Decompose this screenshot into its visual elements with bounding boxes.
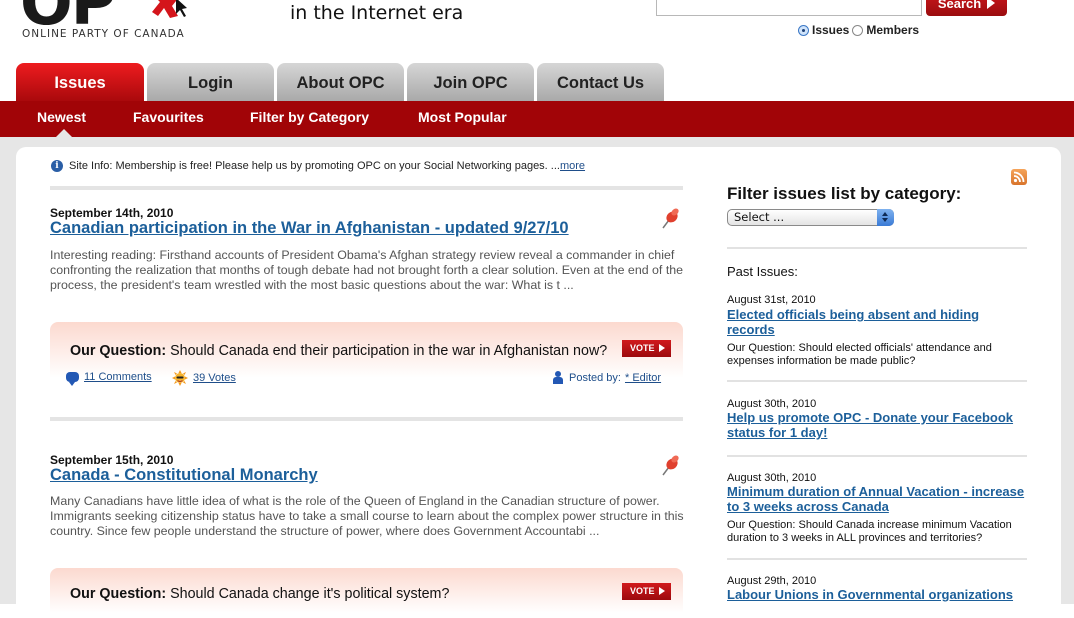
pushpin-icon[interactable]	[659, 206, 681, 230]
past-issue-date: August 30th, 2010	[727, 472, 817, 484]
radio-issues-label[interactable]: Issues	[812, 23, 849, 37]
past-issue-link[interactable]: Minimum duration of Annual Vacation - in…	[727, 484, 1027, 514]
category-select[interactable]: Select ...	[727, 209, 894, 226]
past-issue-date: August 31st, 2010	[727, 294, 816, 306]
issue-title-link[interactable]: Canada - Constitutional Monarchy	[50, 466, 318, 485]
search-input[interactable]	[656, 0, 922, 16]
subnav-filter-by-category[interactable]: Filter by Category	[250, 101, 369, 137]
user-icon	[553, 371, 563, 384]
question: Our Question: Should Canada end their pa…	[70, 343, 607, 359]
arrow-right-icon	[659, 344, 665, 352]
comments-meta: 11 Comments	[66, 371, 152, 386]
tab-login[interactable]: Login	[147, 63, 274, 101]
radio-members[interactable]	[852, 24, 864, 36]
active-subnav-indicator	[56, 129, 72, 137]
question-label: Our Question:	[70, 586, 167, 602]
site-logo[interactable]: OP ONLINE PARTY OF CANADA	[20, 0, 210, 44]
arrow-right-icon	[659, 587, 665, 595]
search-scope: Issues Members	[798, 23, 919, 37]
vote-button-label: VOTE	[630, 586, 655, 596]
issue-date: September 15th, 2010	[50, 453, 174, 467]
site-info-more-link[interactable]: more	[560, 160, 585, 172]
sub-navigation: Newest Favourites Filter by Category Mos…	[0, 101, 1074, 137]
pushpin-icon[interactable]	[659, 453, 681, 477]
posted-by-link[interactable]: * Editor	[625, 372, 661, 384]
tab-contact-us[interactable]: Contact Us	[537, 63, 664, 101]
posted-by-label: Posted by:	[569, 371, 621, 384]
divider	[727, 247, 1027, 249]
search-button-label: Search	[937, 0, 982, 11]
site-header: OP ONLINE PARTY OF CANADA in the Interne…	[0, 0, 1074, 62]
sun-sunglasses-icon	[172, 370, 188, 386]
votes-link[interactable]: 39 Votes	[193, 372, 236, 384]
logo-subtitle: ONLINE PARTY OF CANADA	[22, 28, 185, 40]
question: Our Question: Should Canada change it's …	[70, 586, 449, 602]
logo-cursor-icon	[152, 0, 187, 18]
past-issue-date: August 30th, 2010	[727, 398, 817, 410]
vote-button[interactable]: VOTE	[622, 583, 671, 600]
divider	[50, 417, 683, 421]
site-info-text: Site Info: Membership is free! Please he…	[69, 160, 560, 172]
tab-issues[interactable]: Issues	[16, 63, 144, 101]
question-box: Our Question: Should Canada change it's …	[50, 568, 683, 618]
vote-button[interactable]: VOTE	[622, 340, 671, 357]
question-label: Our Question:	[70, 343, 167, 359]
past-issues-label: Past Issues:	[727, 264, 798, 279]
vote-button-label: VOTE	[630, 343, 655, 353]
issue-summary: Many Canadians have little idea of what …	[50, 494, 684, 539]
main-tabs: Issues Login About OPC Join OPC Contact …	[16, 63, 667, 101]
tab-about-opc[interactable]: About OPC	[277, 63, 404, 101]
posted-by-meta: Posted by: * Editor	[553, 371, 661, 384]
divider	[50, 186, 683, 190]
past-issue-link[interactable]: Labour Unions in Governmental organizati…	[727, 587, 1027, 602]
tagline: in the Internet era	[290, 2, 464, 24]
comment-icon	[66, 372, 79, 386]
category-select-value: Select ...	[734, 210, 785, 224]
select-arrows-icon	[877, 209, 894, 226]
issue-title-link[interactable]: Canadian participation in the War in Afg…	[50, 219, 569, 238]
info-icon: i	[51, 160, 63, 172]
past-issue-question: Our Question: Should elected officials' …	[727, 342, 992, 367]
issue-date: September 14th, 2010	[50, 206, 174, 220]
radio-members-label[interactable]: Members	[866, 23, 919, 37]
comments-link[interactable]: 11 Comments	[84, 371, 152, 383]
site-info: i Site Info: Membership is free! Please …	[51, 160, 585, 172]
divider	[727, 558, 1027, 560]
subnav-favourites[interactable]: Favourites	[133, 101, 204, 137]
past-issue-link[interactable]: Elected officials being absent and hidin…	[727, 307, 1027, 337]
question-text: Should Canada end their participation in…	[170, 343, 608, 359]
tab-join-opc[interactable]: Join OPC	[407, 63, 534, 101]
arrow-right-icon	[987, 0, 996, 9]
votes-meta: 39 Votes	[172, 370, 236, 386]
search-button[interactable]: Search	[926, 0, 1007, 16]
past-issue-link[interactable]: Help us promote OPC - Donate your Facebo…	[727, 410, 1027, 440]
divider	[727, 455, 1027, 457]
question-text: Should Canada change it's political syst…	[170, 586, 450, 602]
divider	[727, 380, 1027, 382]
past-issue-date: August 29th, 2010	[727, 575, 817, 587]
issue-summary: Interesting reading: Firsthand accounts …	[50, 248, 684, 293]
filter-title: Filter issues list by category:	[727, 184, 962, 203]
subnav-most-popular[interactable]: Most Popular	[418, 101, 507, 137]
radio-issues[interactable]	[798, 24, 809, 36]
rss-icon[interactable]	[1011, 169, 1027, 185]
past-issue-question: Our Question: Should Canada increase min…	[727, 519, 1012, 544]
